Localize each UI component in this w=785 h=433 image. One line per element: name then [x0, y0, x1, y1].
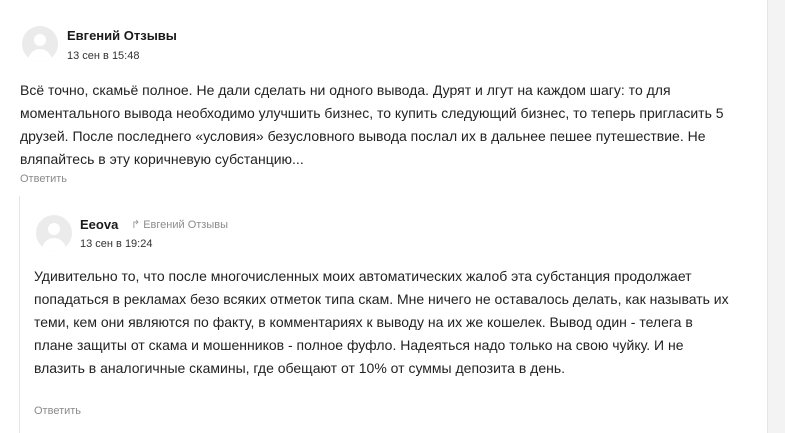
comment-author[interactable]: Eeova: [80, 217, 118, 232]
scrollbar-track[interactable]: [767, 0, 785, 433]
avatar-body-shape: [42, 238, 66, 251]
reply-to-author: Евгений Отзывы: [143, 219, 229, 231]
reply-to-label[interactable]: ↱ Евгений Отзывы: [131, 218, 228, 231]
avatar-head-shape: [48, 223, 60, 235]
comment-text: Удивительно то, что после многочисленных…: [34, 268, 729, 376]
reply-button[interactable]: Ответить: [34, 405, 81, 417]
avatar[interactable]: [36, 215, 72, 251]
comment-reply: Eeova ↱ Евгений Отзывы 13 сен в 19:24 Уди…: [0, 0, 767, 433]
comment-date: 13 сен в 19:24: [80, 238, 153, 250]
reply-arrow-icon: ↱: [131, 219, 141, 231]
